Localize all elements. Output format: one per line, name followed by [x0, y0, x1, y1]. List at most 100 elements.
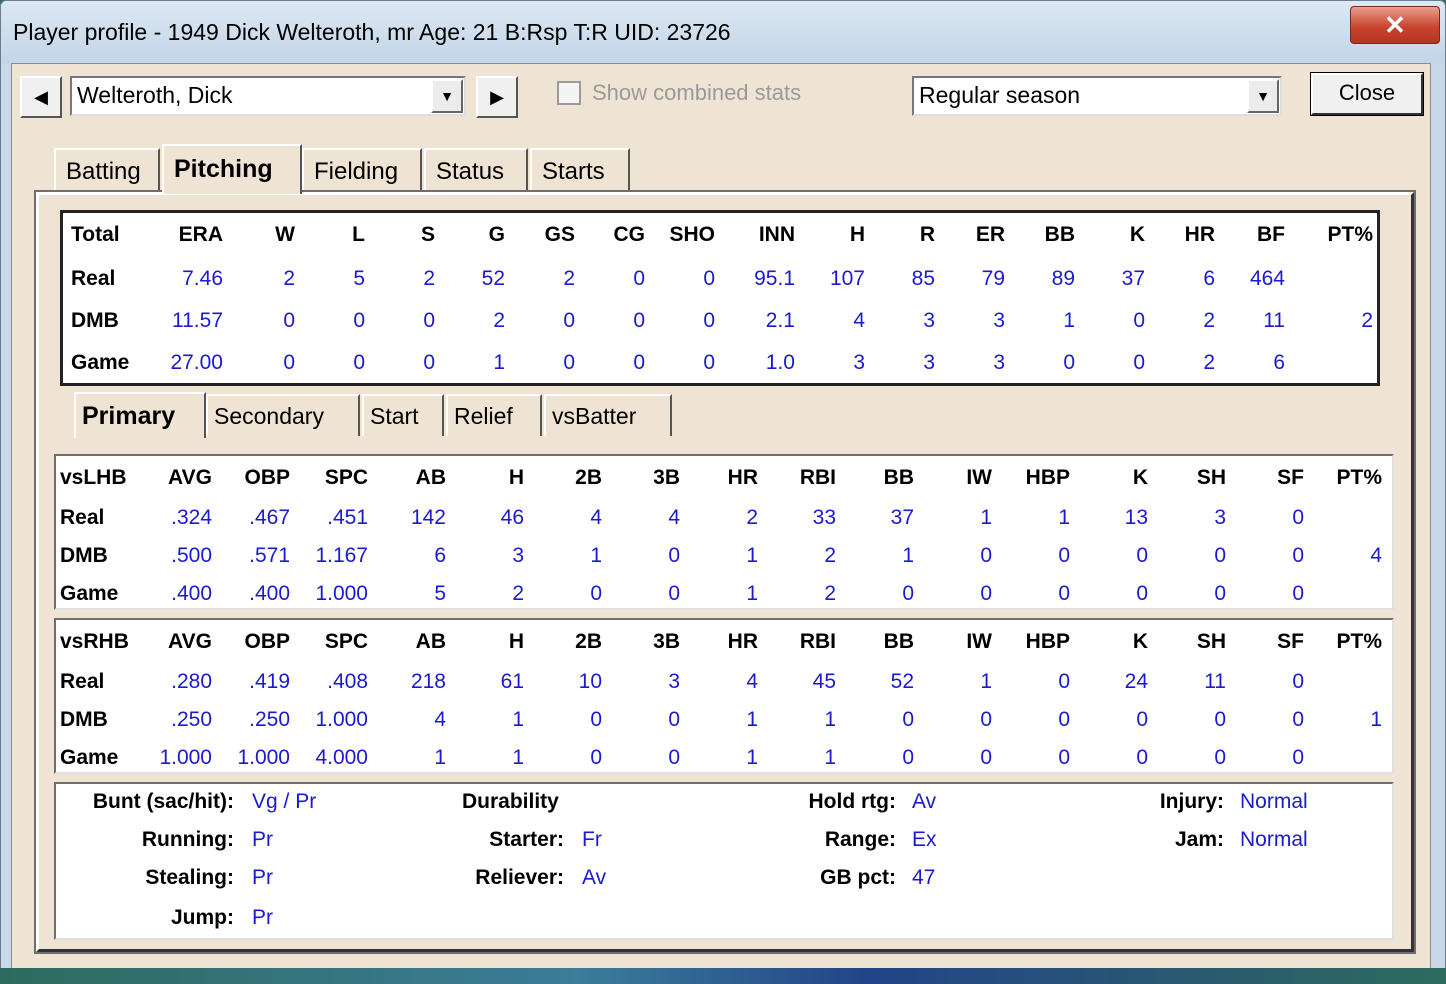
vs-rhb-header: PT%	[1336, 630, 1382, 653]
hold-rating-label: Hold rtg:	[808, 790, 896, 813]
vs-rhb-cell: 0	[590, 708, 602, 731]
total-header: PT%	[1327, 223, 1373, 246]
total-cell: 464	[1249, 267, 1285, 290]
vs-rhb-header: SF	[1277, 630, 1304, 653]
player-profile-window: Player profile - 1949 Dick Welteroth, mr…	[0, 0, 1446, 978]
prev-player-button[interactable]: ◀	[20, 76, 62, 118]
vs-rhb-cell: 61	[500, 670, 524, 693]
vs-rhb-cell: 0	[668, 746, 680, 769]
subtab-secondary[interactable]: Secondary	[206, 394, 360, 436]
total-header: L	[352, 223, 365, 246]
total-header: CG	[613, 223, 646, 246]
chevron-down-icon[interactable]: ▼	[431, 79, 463, 113]
checkbox-box[interactable]	[557, 81, 581, 105]
vs-lhb-cell: 0	[1136, 544, 1148, 567]
total-cell: 2	[563, 267, 575, 290]
total-cell: 0	[283, 351, 295, 374]
tab-batting[interactable]: Batting	[54, 148, 160, 192]
total-cell: 0	[423, 309, 435, 332]
tab-starts[interactable]: Starts	[530, 148, 630, 192]
vs-rhb-header: HBP	[1025, 630, 1070, 653]
vs-lhb-cell: 5	[434, 582, 446, 605]
vs-lhb-header: H	[508, 466, 524, 489]
vs-lhb-cell: 1	[980, 506, 992, 529]
vs-rhb-cell: 0	[1058, 708, 1070, 731]
vs-rhb-header: 3B	[653, 630, 680, 653]
close-button[interactable]: Close	[1310, 72, 1424, 116]
vs-lhb-cell: Game	[60, 582, 119, 605]
total-cell: 0	[423, 351, 435, 374]
total-cell: 6	[1203, 267, 1215, 290]
total-cell: 11.57	[172, 309, 223, 332]
vs-lhb-header: 3B	[653, 466, 680, 489]
vs-lhb-header: SH	[1196, 466, 1226, 489]
vs-rhb-header: SH	[1196, 630, 1226, 653]
total-cell: 2	[1203, 351, 1215, 374]
vs-rhb-header: 2B	[575, 630, 602, 653]
vs-lhb-header: vsLHB	[60, 466, 127, 489]
chevron-down-icon[interactable]: ▼	[1247, 79, 1279, 113]
total-cell: Game	[71, 351, 130, 374]
vs-rhb-cell: 218	[410, 670, 446, 693]
vs-rhb-cell: 1.000	[159, 746, 212, 769]
vs-rhb-header: OBP	[244, 630, 290, 653]
vs-rhb-header: H	[508, 630, 524, 653]
vs-rhb-cell: 52	[890, 670, 914, 693]
tab-fielding[interactable]: Fielding	[302, 148, 422, 192]
vs-rhb-cell: 0	[1292, 670, 1304, 693]
vs-lhb-cell: 1	[590, 544, 602, 567]
injury-label: Injury:	[1159, 790, 1224, 813]
total-cell: 0	[353, 309, 365, 332]
season-select[interactable]: Regular season ▼	[912, 76, 1282, 116]
total-header: R	[919, 223, 935, 246]
jam-value: Normal	[1240, 828, 1308, 851]
vs-lhb-cell: 0	[1292, 582, 1304, 605]
show-combined-stats-checkbox[interactable]: Show combined stats	[557, 80, 801, 106]
window-title: Player profile - 1949 Dick Welteroth, mr…	[13, 19, 731, 45]
client-area: ◀ Welteroth, Dick ▼ ▶ Show combined stat…	[11, 63, 1431, 969]
total-cell: 3	[853, 351, 865, 374]
subtab-relief[interactable]: Relief	[446, 394, 542, 436]
show-combined-stats-label: Show combined stats	[592, 80, 802, 105]
vs-rhb-cell: 1.000	[315, 708, 368, 731]
starter-value: Fr	[582, 828, 602, 851]
total-header: ERA	[178, 223, 223, 246]
total-cell: 2	[1361, 309, 1373, 332]
player-select[interactable]: Welteroth, Dick ▼	[70, 76, 466, 116]
vs-rhb-cell: 0	[1292, 746, 1304, 769]
bunt-value: Vg / Pr	[252, 790, 317, 813]
vs-lhb-cell: 0	[668, 544, 680, 567]
vs-rhb-cell: 24	[1124, 670, 1148, 693]
next-player-button[interactable]: ▶	[476, 76, 518, 118]
vs-rhb-cell: 0	[668, 708, 680, 731]
vs-rhb-cell: .250	[171, 708, 212, 731]
vs-rhb-table: vsRHB AVG OBP SPC AB H 2B 3B HR RBI BB IW HBP K SH SF PT…	[54, 618, 1394, 774]
vs-rhb-cell: 4	[434, 708, 446, 731]
vs-rhb-cell: 0	[590, 746, 602, 769]
tab-status[interactable]: Status	[424, 148, 528, 192]
subtab-start[interactable]: Start	[362, 394, 444, 436]
title-bar[interactable]: Player profile - 1949 Dick Welteroth, mr…	[1, 1, 1445, 63]
total-header: K	[1129, 223, 1145, 246]
vs-lhb-cell: Real	[60, 506, 105, 529]
vs-lhb-cell: 46	[500, 506, 524, 529]
stealing-value: Pr	[252, 866, 273, 889]
subtab-primary[interactable]: Primary	[74, 392, 206, 438]
tab-pitching[interactable]: Pitching	[162, 144, 302, 194]
vs-lhb-cell: .467	[249, 506, 290, 529]
stealing-label: Stealing:	[145, 866, 234, 889]
window-close-button[interactable]: ✕	[1350, 6, 1440, 44]
vs-lhb-cell: 2	[824, 582, 836, 605]
subtab-vsbatter[interactable]: vsBatter	[544, 394, 672, 436]
vs-lhb-cell: 2	[746, 506, 758, 529]
vs-rhb-cell: 1	[434, 746, 446, 769]
vs-lhb-cell: 3	[512, 544, 524, 567]
vs-rhb-cell: 0	[1292, 708, 1304, 731]
total-cell: 52	[481, 267, 505, 290]
total-cell: 0	[703, 309, 715, 332]
vs-rhb-cell: 1	[824, 746, 836, 769]
vs-rhb-header: RBI	[799, 630, 836, 653]
total-header: H	[849, 223, 865, 246]
vs-lhb-cell: 1	[1058, 506, 1070, 529]
total-header: Total	[71, 223, 120, 246]
